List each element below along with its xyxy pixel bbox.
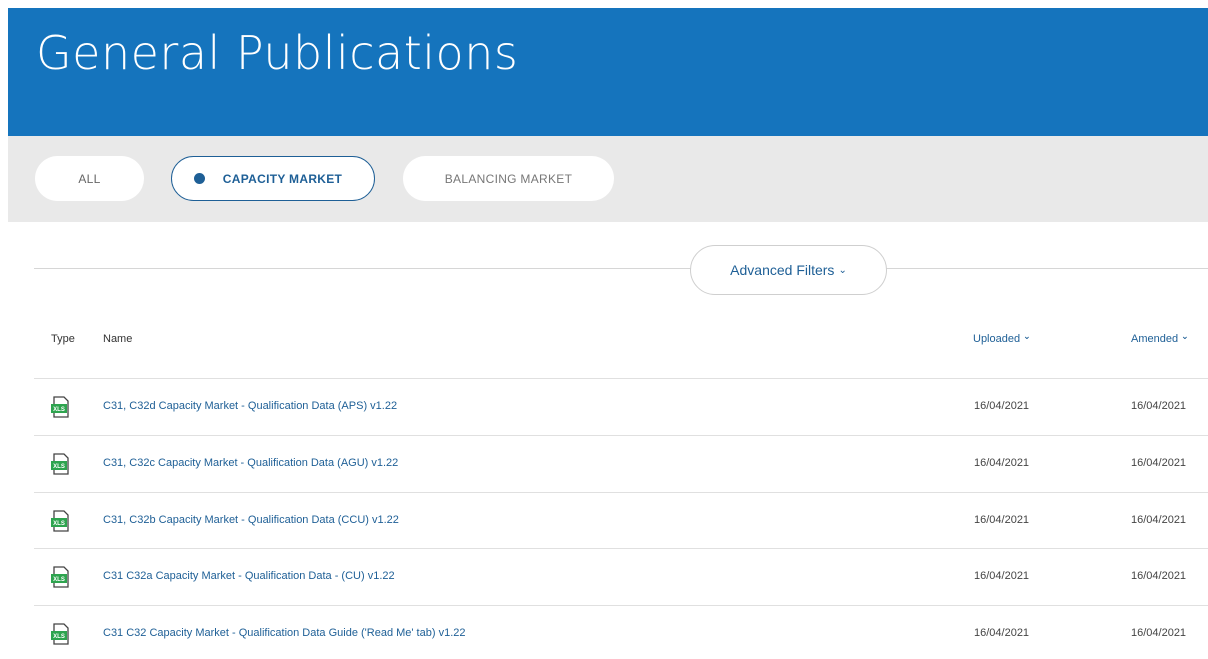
tab-all-label: ALL bbox=[78, 171, 101, 186]
xls-file-icon: XLS bbox=[51, 623, 69, 645]
publication-link[interactable]: C31, C32c Capacity Market - Qualificatio… bbox=[103, 457, 398, 469]
amended-date: 16/04/2021 bbox=[1131, 457, 1187, 469]
column-header-type: Type bbox=[51, 333, 75, 345]
tab-capacity-market[interactable]: CAPACITY MARKET bbox=[171, 156, 375, 201]
uploaded-date: 16/04/2021 bbox=[974, 457, 1030, 469]
xls-file-icon: XLS bbox=[51, 510, 69, 532]
table-row: XLS C31, C32d Capacity Market - Qualifica… bbox=[34, 378, 1208, 435]
column-header-uploaded[interactable]: Uploaded ⌄ bbox=[973, 331, 1031, 345]
uploaded-date: 16/04/2021 bbox=[974, 514, 1030, 526]
table-row: XLS C31 C32a Capacity Market - Qualificat… bbox=[34, 548, 1208, 605]
advanced-filters-label: Advanced Filters bbox=[730, 262, 835, 278]
xls-file-icon: XLS bbox=[51, 566, 69, 588]
uploaded-date: 16/04/2021 bbox=[974, 627, 1030, 639]
table-row: XLS C31, C32c Capacity Market - Qualifica… bbox=[34, 435, 1208, 492]
uploaded-date: 16/04/2021 bbox=[974, 400, 1030, 412]
publication-link[interactable]: C31 C32 Capacity Market - Qualification … bbox=[103, 627, 465, 639]
table-row: XLS C31, C32b Capacity Market - Qualifica… bbox=[34, 492, 1208, 549]
amended-date: 16/04/2021 bbox=[1131, 400, 1187, 412]
tab-all[interactable]: ALL bbox=[35, 156, 144, 201]
category-tabs: ALL CAPACITY MARKET BALANCING MARKET bbox=[8, 136, 1208, 222]
uploaded-date: 16/04/2021 bbox=[974, 570, 1030, 582]
selected-dot-icon bbox=[193, 173, 205, 184]
publication-link[interactable]: C31, C32d Capacity Market - Qualificatio… bbox=[103, 400, 397, 412]
publication-link[interactable]: C31 C32a Capacity Market - Qualification… bbox=[103, 570, 395, 582]
tab-balancing-market-label: BALANCING MARKET bbox=[444, 171, 573, 186]
svg-text:XLS: XLS bbox=[53, 464, 65, 470]
amended-date: 16/04/2021 bbox=[1131, 570, 1187, 582]
tab-balancing-market[interactable]: BALANCING MARKET bbox=[403, 156, 614, 201]
amended-label: Amended bbox=[1131, 333, 1179, 345]
amended-date: 16/04/2021 bbox=[1131, 627, 1187, 639]
svg-text:XLS: XLS bbox=[53, 577, 65, 583]
chevron-down-icon: ⌄ bbox=[838, 264, 847, 276]
column-header-name: Name bbox=[103, 333, 133, 345]
column-header-amended[interactable]: Amended ⌄ bbox=[1131, 331, 1189, 345]
xls-file-icon: XLS bbox=[51, 396, 69, 418]
tab-capacity-market-label: CAPACITY MARKET bbox=[222, 171, 343, 186]
table-row: XLS C31 C32 Capacity Market - Qualificati… bbox=[34, 605, 1208, 659]
divider bbox=[34, 268, 1208, 269]
uploaded-label: Uploaded bbox=[973, 333, 1021, 345]
svg-text:XLS: XLS bbox=[53, 407, 65, 413]
publication-link[interactable]: C31, C32b Capacity Market - Qualificatio… bbox=[103, 514, 399, 526]
svg-text:XLS: XLS bbox=[53, 521, 65, 527]
svg-text:XLS: XLS bbox=[53, 634, 65, 640]
amended-date: 16/04/2021 bbox=[1131, 514, 1187, 526]
sort-chevron-icon: ⌄ bbox=[1023, 331, 1031, 341]
xls-file-icon: XLS bbox=[51, 453, 69, 475]
advanced-filters-button[interactable]: Advanced Filters ⌄ bbox=[690, 245, 887, 295]
sort-chevron-icon: ⌄ bbox=[1181, 331, 1189, 341]
page-title: General Publications bbox=[36, 26, 519, 80]
page-header: General Publications bbox=[8, 8, 1208, 136]
